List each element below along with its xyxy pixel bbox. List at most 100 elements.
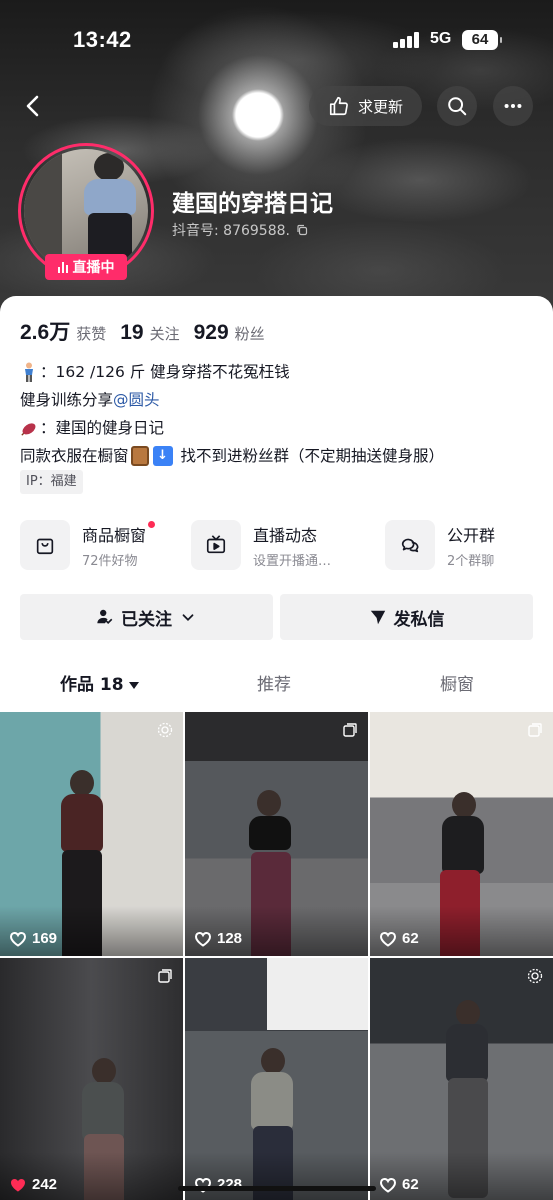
stat-label: 获赞 <box>76 325 107 343</box>
like-count: 169 <box>9 930 57 947</box>
mention-link[interactable]: @圆头 <box>113 386 160 414</box>
sweet-potato-emoji-icon <box>21 423 36 436</box>
bio-line-3: ：建国的健身日记 <box>40 419 165 437</box>
bio-line-1: ：162 /126 斤 健身穿搭不花冤枉钱 <box>40 363 290 381</box>
feature-shop-window[interactable]: 商品橱窗 72件好物 <box>20 518 156 572</box>
chat-bubbles-icon <box>401 538 419 553</box>
signal-icon <box>393 32 421 48</box>
feature-public-group[interactable]: 公开群 2个群聊 <box>385 518 495 572</box>
like-count: 242 <box>9 1176 57 1193</box>
profile-stats: 2.6万 获赞 19 关注 929 粉丝 <box>20 316 265 346</box>
feature-subtitle: 72件好物 <box>82 553 138 569</box>
message-label: 发私信 <box>393 609 445 630</box>
heart-icon <box>194 931 212 947</box>
heart-icon <box>379 931 397 947</box>
search-button[interactable] <box>437 86 477 126</box>
video-tile[interactable]: 169 <box>0 712 183 956</box>
stat-followers[interactable]: 929 粉丝 <box>194 321 265 345</box>
image-icon <box>158 969 172 983</box>
live-bars-icon <box>57 261 68 273</box>
feature-title: 公开群 <box>447 525 496 545</box>
stat-likes[interactable]: 2.6万 获赞 <box>20 316 106 346</box>
tab-recommend[interactable]: 推荐 <box>257 662 291 708</box>
request-update-label: 求更新 <box>357 97 403 116</box>
bio-line-4a: 同款衣服在橱窗 <box>20 447 129 465</box>
feature-row: 商品橱窗 72件好物 直播动态 设置开播通… 公开群 2个群聊 <box>20 518 535 572</box>
feature-icon-box <box>191 520 241 570</box>
shopping-bag-icon <box>36 538 54 555</box>
video-grid: 169 128 62 242 228 62 <box>0 712 553 1200</box>
network-type: 5G <box>430 30 452 47</box>
heart-icon <box>9 931 27 947</box>
send-icon <box>370 610 385 625</box>
nickname: 建国的穿搭日记 <box>172 191 333 217</box>
feature-live-updates[interactable]: 直播动态 设置开播通… <box>191 518 331 572</box>
ip-location-tag: IP：福建 <box>20 470 83 494</box>
feature-title: 直播动态 <box>253 525 318 545</box>
back-button[interactable] <box>22 88 58 124</box>
like-count: 62 <box>379 930 419 947</box>
douyin-id-text: 抖音号: 8769588. <box>172 223 290 239</box>
video-tile[interactable]: 128 <box>185 712 368 956</box>
like-count: 62 <box>379 1176 419 1193</box>
heart-icon <box>379 1177 397 1193</box>
content-tabs: 作品 18 推荐 橱窗 <box>0 662 553 708</box>
video-tile[interactable]: 228 <box>185 958 368 1200</box>
feature-title: 商品橱窗 <box>82 520 156 546</box>
stat-following[interactable]: 19 关注 <box>120 321 179 345</box>
down-arrow-emoji-icon: ↓ <box>152 446 173 466</box>
tab-works[interactable]: 作品 18 <box>60 662 139 708</box>
video-tile[interactable]: 242 <box>0 958 183 1200</box>
stat-value: 929 <box>193 321 229 344</box>
stat-value: 19 <box>120 321 144 344</box>
user-check-icon <box>97 609 113 624</box>
douyin-id[interactable]: 抖音号: 8769588. <box>172 220 308 240</box>
live-badge[interactable]: 直播中 <box>45 254 127 280</box>
bio: ：162 /126 斤 健身穿搭不花冤枉钱 健身训练分享 @圆头 ：建国的健身日… <box>20 358 535 470</box>
image-icon <box>343 723 357 737</box>
bio-line: ：162 /126 斤 健身穿搭不花冤枉钱 <box>20 358 535 386</box>
live-photo-icon <box>157 722 173 738</box>
following-label: 已关注 <box>121 609 172 630</box>
door-emoji-icon <box>130 446 149 466</box>
bio-line-2: 健身训练分享 <box>20 391 114 409</box>
following-button[interactable]: 已关注 <box>20 594 273 640</box>
tab-label: 作品 18 <box>60 675 124 695</box>
video-tile[interactable]: 62 <box>370 958 553 1200</box>
request-update-button[interactable]: 求更新 <box>309 86 422 126</box>
like-count: 128 <box>194 930 242 947</box>
search-icon <box>448 97 467 116</box>
feature-subtitle: 设置开播通… <box>253 553 332 569</box>
status-bar: 13:42 5G 64 <box>0 0 553 80</box>
more-button[interactable] <box>493 86 533 126</box>
bio-line: ：建国的健身日记 <box>20 414 535 442</box>
bio-line: 同款衣服在橱窗 ↓ 找不到进粉丝群（不定期抽送健身服） <box>20 442 535 470</box>
feature-icon-box <box>385 520 435 570</box>
stat-value: 2.6万 <box>20 321 71 344</box>
heart-filled-icon <box>11 1178 25 1191</box>
standing-person-emoji-icon <box>25 362 33 382</box>
chevron-down-icon <box>182 614 194 621</box>
stat-label: 粉丝 <box>234 325 265 343</box>
live-photo-icon <box>527 968 543 984</box>
live-badge-label: 直播中 <box>72 260 115 276</box>
home-indicator[interactable] <box>178 1186 376 1191</box>
feature-subtitle: 2个群聊 <box>447 553 495 569</box>
tab-showcase[interactable]: 橱窗 <box>440 662 474 708</box>
back-icon <box>26 95 39 117</box>
message-button[interactable]: 发私信 <box>280 594 533 640</box>
notification-dot <box>148 520 156 528</box>
copy-icon <box>297 224 308 236</box>
status-time: 13:42 <box>73 27 132 52</box>
bio-line-4b: 找不到进粉丝群（不定期抽送健身服） <box>180 447 445 465</box>
battery-icon: 64 <box>462 30 502 50</box>
caret-down-icon <box>128 681 139 689</box>
profile-card: 2.6万 获赞 19 关注 929 粉丝 ：162 /126 斤 健身穿搭不花冤… <box>0 296 553 1200</box>
image-icon <box>528 723 542 737</box>
more-icon <box>504 103 522 109</box>
thumbs-up-icon <box>329 96 348 116</box>
video-tile[interactable]: 62 <box>370 712 553 956</box>
stat-label: 关注 <box>149 325 180 343</box>
bio-line: 健身训练分享 @圆头 <box>20 386 535 414</box>
tv-icon <box>206 535 226 554</box>
